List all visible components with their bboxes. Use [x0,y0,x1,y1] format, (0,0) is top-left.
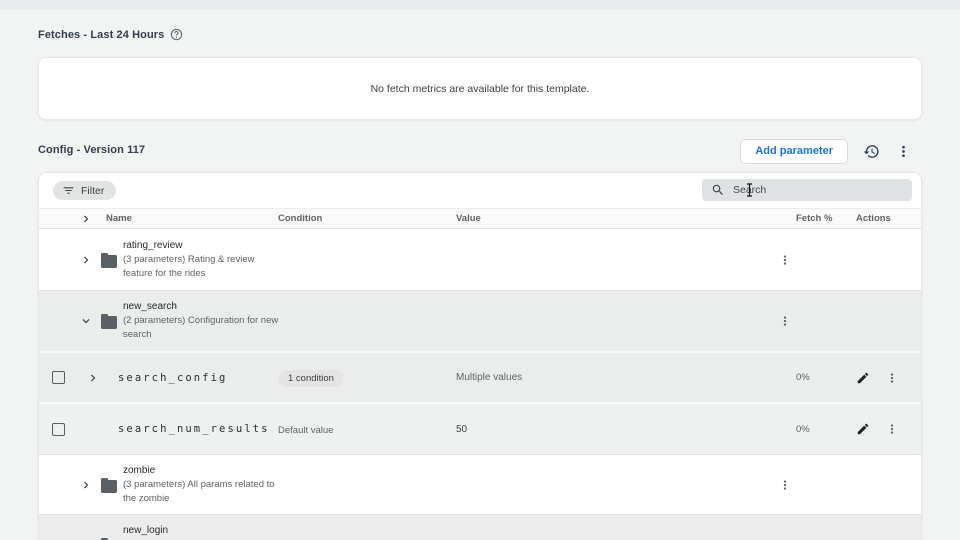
group-name: zombie [123,464,689,478]
search-input[interactable] [702,179,912,201]
fetch-percent: 0% [796,424,856,435]
overflow-menu-icon[interactable] [894,142,912,160]
folder-icon [101,480,117,493]
chevron-right-icon[interactable] [86,371,100,385]
table-row-group-new-search[interactable]: new_search (2 parameters) Configuration … [39,290,921,351]
row-menu-icon[interactable] [885,371,899,385]
header-name: Name [103,213,278,224]
parameter-value: Multiple values [456,372,796,383]
version-history-icon[interactable] [862,142,880,160]
edit-icon[interactable] [856,371,870,385]
group-description: (3 parameters) Rating & review [123,253,689,267]
row-menu-icon[interactable] [885,422,899,436]
fetch-metrics-empty-card: No fetch metrics are available for this … [38,57,922,120]
table-row-param-search-num-results[interactable]: search_num_results Default value 50 0% [39,402,921,454]
config-title-text: Config - Version 117 [38,144,145,156]
search-icon [711,183,725,197]
folder-icon [101,255,117,268]
help-icon[interactable] [170,28,183,41]
text-cursor-icon [746,183,753,197]
top-band [0,0,960,10]
config-actions: Add parameter [740,138,912,164]
row-menu-icon[interactable] [778,253,792,267]
fetches-title-text: Fetches - Last 24 Hours [38,29,164,41]
header-value: Value [456,213,796,224]
table-row-group-new-login[interactable]: new_login [39,514,921,540]
expand-all-chevron-icon[interactable] [79,212,93,226]
empty-message: No fetch metrics are available for this … [371,83,590,95]
header-fetch: Fetch % [796,213,856,224]
group-description: (2 parameters) Configuration for new [123,314,689,328]
group-name: rating_review [123,239,689,253]
row-checkbox[interactable] [52,423,65,436]
search-field-wrap [702,179,912,201]
group-description: feature for the rides [123,267,689,281]
parameter-value: 50 [456,424,796,435]
group-name: new_login [123,524,689,538]
header-condition: Condition [278,213,456,224]
row-checkbox[interactable] [52,371,65,384]
parameter-name: search_config [103,372,278,384]
group-name: new_search [123,300,689,314]
config-section-title: Config - Version 117 [38,144,145,156]
row-menu-icon[interactable] [778,478,792,492]
condition-text: Default value [278,425,333,436]
group-description: (3 parameters) All params related to [123,478,689,492]
group-description: search [123,328,689,342]
chevron-right-icon[interactable] [79,478,93,492]
table-header-row: Name Condition Value Fetch % Actions [39,208,921,229]
fetch-percent: 0% [796,372,856,383]
add-parameter-button[interactable]: Add parameter [740,139,848,164]
row-menu-icon[interactable] [778,314,792,328]
fetches-section-title: Fetches - Last 24 Hours [38,28,183,41]
filter-label: Filter [81,185,104,197]
table-row-param-search-config[interactable]: search_config 1 condition Multiple value… [39,351,921,402]
group-description: the zombie [123,492,689,506]
folder-icon [101,316,117,329]
chevron-down-icon[interactable] [79,314,93,328]
edit-icon[interactable] [856,422,870,436]
table-toolbar: Filter [39,173,921,208]
table-row-group-rating-review[interactable]: rating_review (3 parameters) Rating & re… [39,229,921,290]
parameters-table-card: Filter Name Condition Value Fetch % Acti… [38,172,922,540]
table-row-group-zombie[interactable]: zombie (3 parameters) All params related… [39,454,921,514]
parameter-name: search_num_results [103,423,278,435]
filter-icon [62,184,75,197]
filter-button[interactable]: Filter [53,181,116,200]
chevron-right-icon[interactable] [79,253,93,267]
condition-chip: 1 condition [278,370,344,387]
header-actions: Actions [856,213,922,224]
